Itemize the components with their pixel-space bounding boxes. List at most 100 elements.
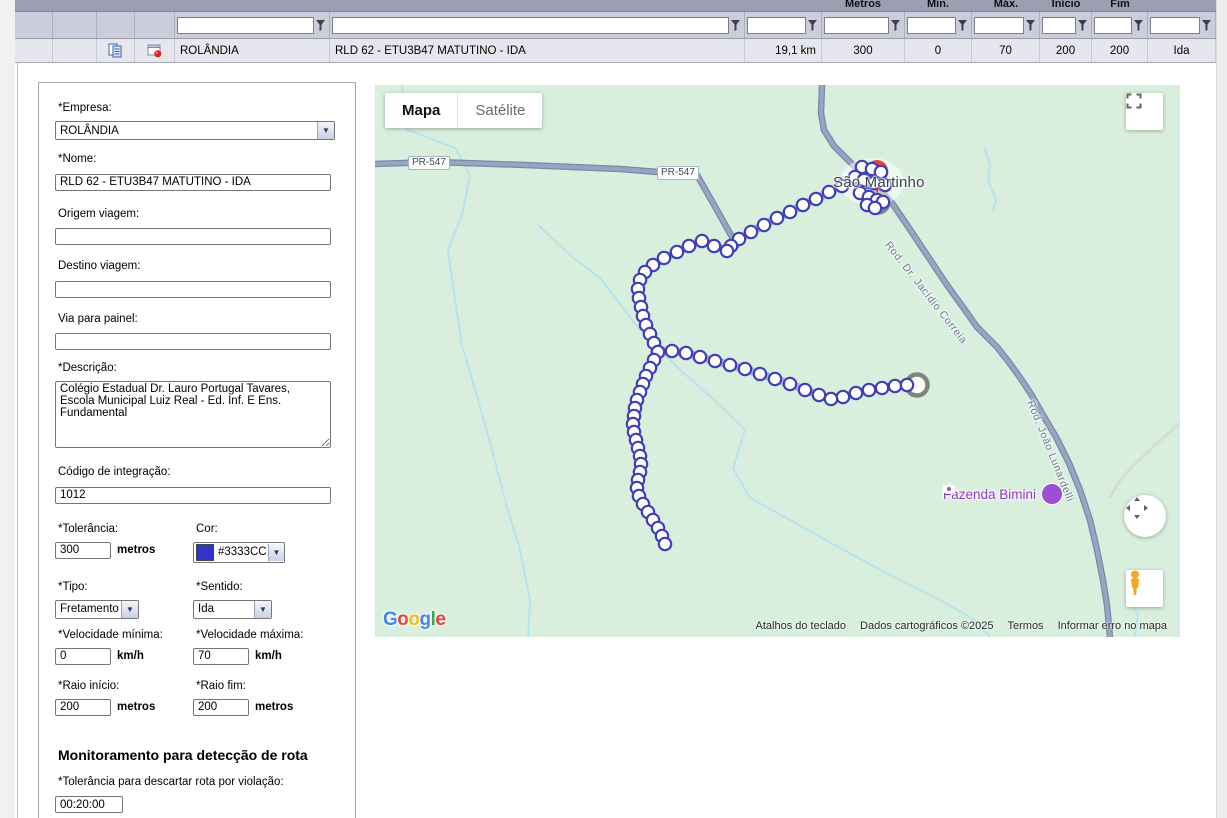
delete-route-button[interactable] [147, 43, 162, 58]
column-header-max[interactable]: Máx. [994, 0, 1018, 10]
vertical-scrollbar[interactable] [1216, 0, 1227, 818]
filter-input-fim[interactable] [1094, 17, 1132, 34]
violacao-input[interactable] [55, 796, 123, 813]
map-canvas [375, 85, 1180, 637]
row-cell-delete [135, 39, 175, 62]
filter-funnel-icon[interactable] [314, 17, 327, 34]
grid-header-band: Metros Min. Máx. Início Fim [15, 0, 1216, 12]
filter-funnel-icon[interactable] [1024, 17, 1037, 34]
pegman-icon [1126, 570, 1144, 596]
report-error-link[interactable]: Informar erro no mapa [1058, 620, 1167, 632]
filter-funnel-icon[interactable] [729, 17, 742, 34]
vel-max-unit: km/h [255, 650, 282, 662]
map-attribution: Atalhos do teclado Dados cartográficos ©… [756, 620, 1167, 632]
filter-cell-metros [822, 12, 905, 38]
filter-input-extensao[interactable] [747, 17, 806, 34]
row-cell-raio-fim: 200 [1092, 39, 1148, 62]
destino-input[interactable] [55, 281, 331, 298]
nome-input[interactable] [55, 174, 331, 191]
tipo-select-value: Fretamento [60, 603, 119, 615]
copy-route-button[interactable] [108, 43, 123, 58]
vel-max-input[interactable] [193, 648, 249, 665]
tipo-label: *Tipo: [58, 581, 193, 594]
tolerancia-unit: metros [117, 544, 155, 556]
google-map[interactable]: PR-547 PR-547 São Martinho Rod. Dr. Jací… [375, 85, 1180, 637]
road-badge-pr547: PR-547 [657, 166, 699, 180]
keyboard-shortcuts-link[interactable]: Atalhos do teclado [756, 620, 847, 632]
fullscreen-button[interactable] [1126, 93, 1163, 130]
filter-cell-nome [330, 12, 745, 38]
raio-inicio-input[interactable] [55, 699, 111, 716]
filter-input-sentido[interactable] [1150, 17, 1200, 34]
filter-cell-blank-3 [97, 12, 135, 38]
filter-cell-blank-2 [53, 12, 97, 38]
raio-inicio-unit: metros [117, 701, 155, 713]
terms-link[interactable]: Termos [1008, 620, 1044, 632]
sentido-label: *Sentido: [196, 581, 272, 594]
vel-min-input[interactable] [55, 648, 111, 665]
column-header-metros[interactable]: Metros [845, 0, 881, 10]
poi-fazenda-bimini[interactable]: Fazenda Bimini [943, 483, 1063, 505]
filter-cell-inicio [1040, 12, 1092, 38]
row-cell-blank-2 [53, 39, 97, 62]
row-cell-extensao: 19,1 km [745, 39, 822, 62]
raio-fim-input[interactable] [193, 699, 249, 716]
filter-input-inicio[interactable] [1042, 17, 1076, 34]
pan-control[interactable] [1124, 495, 1166, 537]
chevron-down-icon: ▼ [254, 601, 271, 618]
filter-funnel-icon[interactable] [1132, 17, 1145, 34]
monitoramento-heading: Monitoramento para detecção de rota [58, 747, 355, 763]
descricao-textarea[interactable]: Colégio Estadual Dr. Lauro Portugal Tava… [55, 381, 331, 448]
filter-input-empresa[interactable] [177, 17, 314, 34]
column-header-min[interactable]: Min. [927, 0, 949, 10]
filter-funnel-icon[interactable] [1076, 17, 1089, 34]
filter-funnel-icon[interactable] [956, 17, 969, 34]
filter-input-nome[interactable] [332, 17, 729, 34]
cor-value: #3333CC [218, 546, 267, 558]
chevron-down-icon: ▼ [121, 601, 138, 618]
via-input[interactable] [55, 333, 331, 350]
row-cell-vel-min: 0 [905, 39, 972, 62]
filter-cell-blank-4 [135, 12, 175, 38]
filter-input-max[interactable] [974, 17, 1024, 34]
filter-cell-fim [1092, 12, 1148, 38]
origem-input[interactable] [55, 228, 331, 245]
raio-fim-unit: metros [255, 701, 293, 713]
empresa-select[interactable]: ROLÂNDIA ▼ [55, 121, 335, 140]
destino-label: Destino viagem: [58, 260, 355, 273]
pegman-street-view[interactable] [1126, 570, 1163, 607]
cor-picker[interactable]: #3333CC ▼ [193, 542, 285, 563]
pan-arrows-icon [1124, 495, 1150, 521]
sentido-select-value: Ida [198, 603, 214, 615]
tolerancia-input[interactable] [55, 542, 111, 559]
filter-cell-blank-1 [15, 12, 53, 38]
filter-funnel-icon[interactable] [1200, 17, 1213, 34]
empresa-select-value: ROLÂNDIA [60, 125, 119, 137]
page-left-gutter [0, 0, 15, 818]
sentido-select[interactable]: Ida ▼ [193, 600, 272, 619]
vel-min-label: *Velocidade mínima: [58, 629, 193, 642]
map-type-map-button[interactable]: Mapa [385, 93, 457, 128]
vel-min-unit: km/h [117, 650, 144, 662]
row-cell-empresa: ROLÂNDIA [175, 39, 330, 62]
tipo-select[interactable]: Fretamento ▼ [55, 600, 139, 619]
place-label-sao-martinho: São Martinho [833, 174, 925, 191]
codigo-label: Código de integração: [58, 466, 355, 479]
row-cell-copy [97, 39, 135, 62]
filter-input-min[interactable] [907, 17, 956, 34]
filter-input-metros[interactable] [824, 17, 889, 34]
column-header-inicio[interactable]: Início [1052, 0, 1081, 10]
codigo-input[interactable] [55, 487, 331, 504]
grid-data-row[interactable]: ROLÂNDIA RLD 62 - ETU3B47 MATUTINO - IDA… [15, 39, 1216, 63]
road-badge-pr547: PR-547 [408, 156, 450, 170]
column-header-fim[interactable]: Fim [1110, 0, 1130, 10]
delete-icon [147, 43, 162, 58]
map-type-satellite-button[interactable]: Satélite [457, 93, 542, 128]
poi-label: Fazenda Bimini [943, 487, 1036, 502]
page-divider-line [17, 62, 18, 818]
filter-funnel-icon[interactable] [889, 17, 902, 34]
google-logo[interactable]: Google [383, 609, 445, 631]
row-cell-blank-1 [15, 39, 53, 62]
grid-filter-row [15, 12, 1216, 39]
filter-funnel-icon[interactable] [806, 17, 819, 34]
